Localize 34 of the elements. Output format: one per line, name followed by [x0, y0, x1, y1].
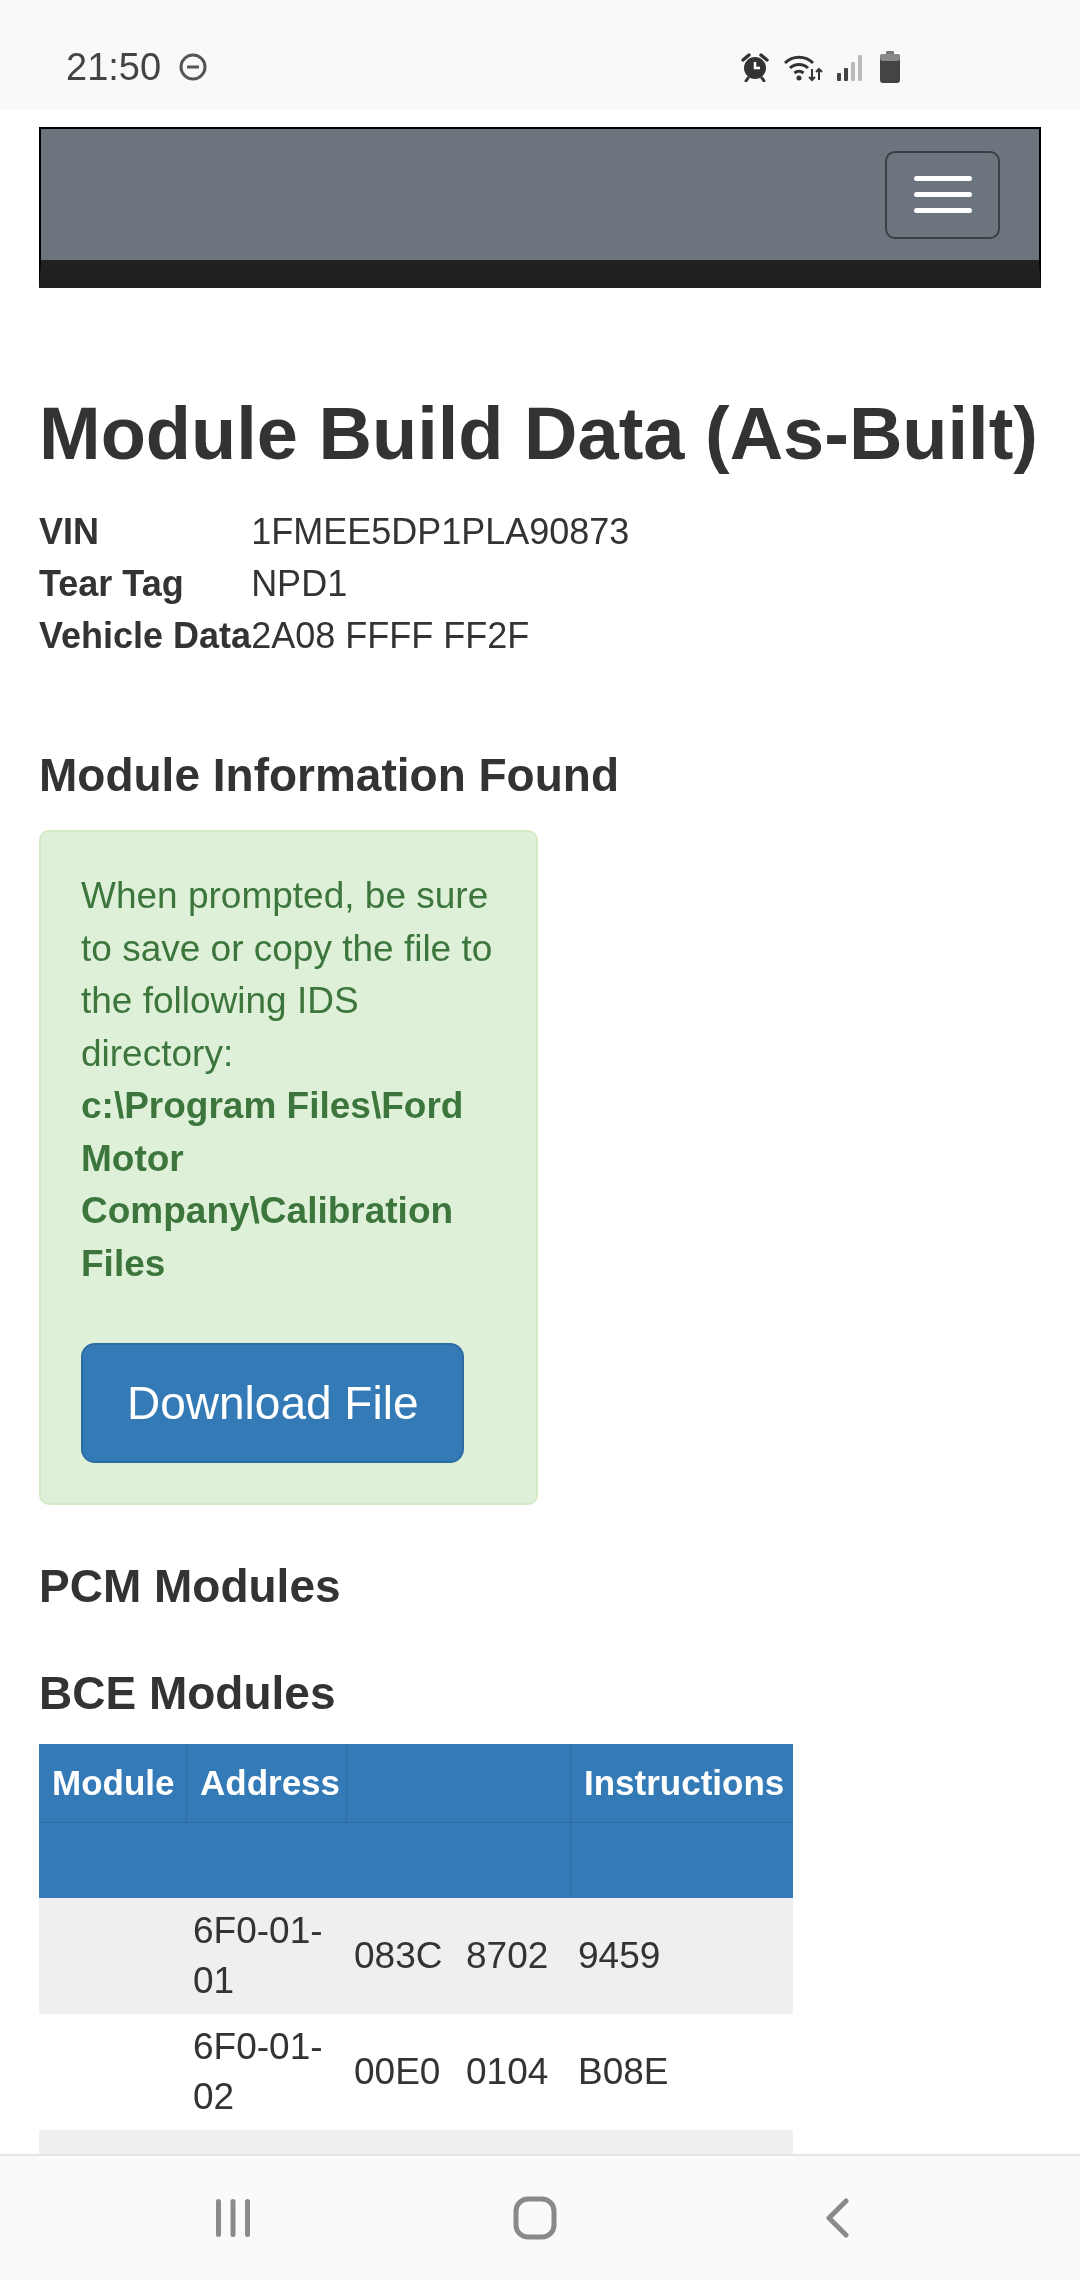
battery-icon — [880, 51, 900, 83]
page-title: Module Build Data (As-Built) — [39, 393, 1039, 475]
recent-apps-icon[interactable] — [215, 2198, 251, 2238]
info-label: Tear Tag — [39, 562, 185, 606]
menu-icon — [913, 176, 972, 213]
alarm-clock-icon — [740, 52, 770, 82]
minus-circle-icon — [179, 53, 208, 81]
table-cell: 00E0 — [354, 2050, 441, 2094]
table-cell: 8702 — [466, 1934, 549, 1978]
column-header: Module — [52, 1763, 175, 1803]
status-time: 21:50 — [66, 45, 162, 89]
info-value: 1FMEE5DP1PLA90873 — [251, 510, 630, 554]
table-cell: B08E — [578, 2050, 669, 2094]
home-icon[interactable] — [513, 2196, 557, 2240]
section-heading: Module Information Found — [39, 749, 620, 801]
back-icon[interactable] — [825, 2198, 849, 2238]
table-cell: 9459 — [578, 1934, 661, 1978]
alert-message: When prompted, be sure to save or copy the file to the following IDS directory: — [81, 874, 494, 1076]
table-cell-text: 6F0-01-02 — [193, 2025, 324, 2119]
section-heading: BCE Modules — [39, 1667, 337, 1719]
section-heading: PCM Modules — [39, 1560, 342, 1612]
column-header: Address — [200, 1763, 341, 1803]
directory-path: c:\Program Files\Ford Motor Company\Calibration Files — [81, 1084, 465, 1286]
signal-icon — [836, 53, 864, 81]
info-value: NPD1 — [251, 562, 349, 606]
download-button[interactable]: Download File — [81, 1343, 465, 1463]
table-cell: 083C — [354, 1934, 443, 1978]
info-value: 2A08 FFFF FF2F — [251, 614, 531, 658]
column-header: Instructions — [584, 1763, 785, 1803]
menu-button[interactable] — [885, 150, 1000, 239]
table-cell-text: 6F0-01-01 — [193, 1909, 324, 2003]
info-label: Vehicle Data — [39, 614, 252, 658]
table-cell: 0104 — [466, 2050, 549, 2094]
info-label: VIN — [39, 510, 100, 554]
